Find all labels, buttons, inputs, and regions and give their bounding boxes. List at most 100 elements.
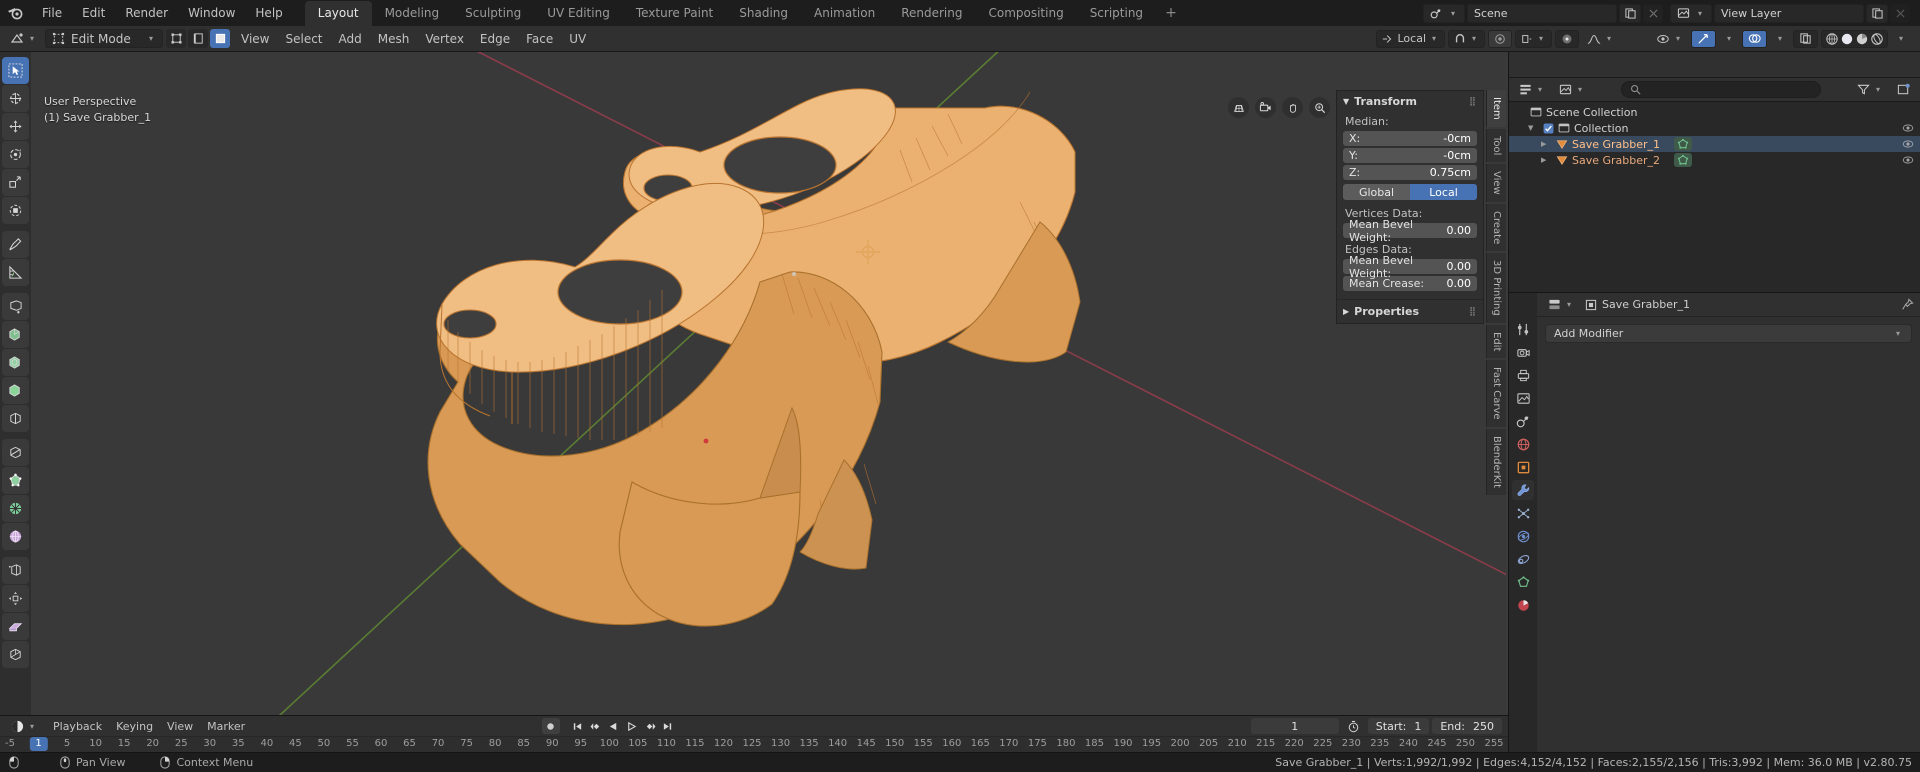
overlays-icon[interactable] [1742,29,1767,48]
tool-properties-tab[interactable] [1512,319,1534,339]
workspace-tab-rendering[interactable]: Rendering [888,1,975,26]
zoom-region-icon[interactable] [1228,97,1249,118]
shading-mode-group[interactable] [1821,29,1888,48]
top-menu-window[interactable]: Window [178,3,245,23]
new-view-layer-button[interactable] [1866,3,1888,23]
object-data-properties-tab[interactable] [1512,572,1534,592]
output-properties-tab[interactable] [1512,365,1534,385]
transform-space-local-button[interactable]: Local [1410,184,1477,200]
visibility-eye-icon[interactable] [1902,138,1914,150]
viewport-menu-add[interactable]: Add [331,30,370,48]
median-field-x[interactable]: X: -0cm [1343,131,1477,146]
camera-view-icon[interactable] [1255,97,1276,118]
material-properties-tab[interactable] [1512,595,1534,615]
outliner-row[interactable]: Scene Collection [1509,104,1920,120]
current-frame-field[interactable]: 1 [1250,718,1339,734]
gizmo-dropdown[interactable]: ▾ [1719,30,1739,48]
viewport-menu-select[interactable]: Select [277,30,330,48]
tweak-tool[interactable] [2,57,29,84]
median-field-y[interactable]: Y: -0cm [1343,148,1477,163]
scene-properties-tab[interactable] [1512,411,1534,431]
object-properties-tab[interactable] [1512,457,1534,477]
sidebar-tab-tool[interactable]: Tool [1486,128,1506,163]
zoom-view-icon[interactable] [1309,97,1330,118]
viewport-menu-uv[interactable]: UV [561,30,594,48]
world-properties-tab[interactable] [1512,434,1534,454]
extrude-region-tool[interactable] [2,321,29,348]
editor-type-icon[interactable]: ▾ [5,30,42,48]
chevron-down-icon[interactable]: ▼ [1528,124,1539,132]
sidebar-tab-blenderkit[interactable]: BlenderKit [1486,428,1506,495]
viewport-menu-edge[interactable]: Edge [472,30,518,48]
workspace-tab-modeling[interactable]: Modeling [372,1,453,26]
cursor-tool[interactable] [2,85,29,112]
end-frame-field[interactable]: End: 250 [1432,718,1502,734]
sidebar-tab-3d-printing[interactable]: 3D Printing [1486,253,1506,323]
xray-toggle-icon[interactable] [1793,29,1818,48]
knife-tool[interactable] [2,439,29,466]
scene-name-field[interactable]: Scene [1467,3,1617,23]
jump-end-icon[interactable] [660,718,676,734]
move-tool[interactable] [2,113,29,140]
chevron-right-icon[interactable]: ▶ [1541,140,1552,148]
shrink-fatten-tool[interactable] [2,585,29,612]
filter-settings-icon[interactable] [1892,81,1915,99]
edge-select-mode-icon[interactable] [188,29,208,48]
sidebar-tab-item[interactable]: Item [1486,90,1506,127]
modifier-properties-tab[interactable] [1512,480,1534,500]
new-scene-button[interactable] [1619,3,1641,23]
collection-checkbox[interactable] [1543,123,1554,134]
transform-space-global-button[interactable]: Global [1343,184,1410,200]
inset-faces-tool[interactable] [2,349,29,376]
rip-region-tool[interactable] [2,641,29,668]
poly-build-tool[interactable] [2,467,29,494]
properties-editor-type-icon[interactable]: ▾ [1543,296,1579,314]
timeline-menu-keying[interactable]: Keying [109,718,160,735]
top-menu-render[interactable]: Render [115,3,178,23]
transform-orientation-select[interactable]: Local ▾ [1376,29,1445,48]
add-cube-tool[interactable] [2,293,29,320]
shading-dropdown[interactable]: ▾ [1891,30,1911,48]
face-select-mode-icon[interactable] [210,29,230,48]
viewport-menu-view[interactable]: View [233,30,277,48]
next-keyframe-icon[interactable] [642,718,658,734]
shear-tool[interactable] [2,613,29,640]
3d-viewport[interactable]: User Perspective (1) Save Grabber_1 ▼ Tr… [0,52,1508,715]
edge-slide-tool[interactable] [2,557,29,584]
outliner-row[interactable]: ▼ Collection [1509,120,1920,136]
start-frame-field[interactable]: Start: 1 [1367,718,1430,734]
auto-keyframe-icon[interactable] [541,718,560,734]
smooth-tool[interactable] [2,523,29,550]
vertices-mean-bevel-weight-field[interactable]: Mean Bevel Weight: 0.00 [1343,218,1477,244]
view-layer-name-field[interactable]: View Layer [1714,3,1864,23]
workspace-tab-texture-paint[interactable]: Texture Paint [623,1,726,26]
filter-icon[interactable]: ▾ [1852,81,1888,99]
use-preview-range-icon[interactable] [1342,717,1365,735]
falloff-smooth-icon[interactable]: ▾ [1582,30,1619,48]
unlink-scene-button[interactable] [1643,3,1663,23]
timeline-editor-icon[interactable]: ▾ [6,717,42,735]
play-reverse-icon[interactable] [606,718,622,734]
workspace-tab-shading[interactable]: Shading [726,1,801,26]
add-workspace-button[interactable]: + [1156,1,1186,25]
outliner-display-mode-icon[interactable]: ▾ [1554,81,1590,99]
proportional-editing-toggle[interactable] [1555,29,1579,48]
loop-cut-tool[interactable] [2,405,29,432]
scene-browse-icon[interactable]: ▾ [1423,3,1465,23]
particle-properties-tab[interactable] [1512,503,1534,523]
gizmo-icon[interactable] [1691,29,1716,48]
workspace-tab-sculpting[interactable]: Sculpting [452,1,534,26]
measure-tool[interactable] [2,259,29,286]
physics-properties-tab[interactable] [1512,526,1534,546]
viewport-menu-vertex[interactable]: Vertex [417,30,472,48]
rotate-tool[interactable] [2,141,29,168]
timeline-playhead[interactable]: 1 [29,737,48,751]
annotate-tool[interactable] [2,231,29,258]
workspace-tab-uv-editing[interactable]: UV Editing [534,1,623,26]
visibility-eye-icon[interactable] [1902,122,1914,134]
edges-mean-bevel-weight-field[interactable]: Mean Bevel Weight: 0.00 [1343,254,1477,280]
scale-tool[interactable] [2,169,29,196]
top-menu-help[interactable]: Help [245,3,292,23]
mesh-data-icon[interactable] [1674,153,1693,167]
overlays-dropdown[interactable]: ▾ [1770,30,1790,48]
